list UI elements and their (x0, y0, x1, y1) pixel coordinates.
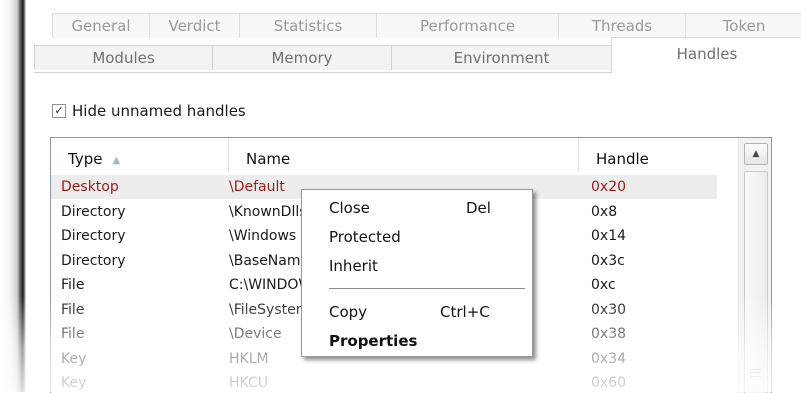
menu-shortcut-close: Del (466, 199, 491, 217)
cell-handle: 0x8 (591, 203, 618, 220)
list-header: Type ▲ Name Handle (51, 138, 771, 172)
menu-item-close[interactable]: Close (329, 199, 370, 217)
tab-handles[interactable]: Handles (611, 37, 801, 74)
tab-memory[interactable]: Memory (212, 45, 392, 70)
column-header-handle-label: Handle (596, 150, 649, 168)
tab-environment[interactable]: Environment (391, 45, 612, 70)
cell-type: File (61, 326, 85, 342)
cell-type: Directory (61, 252, 126, 269)
cell-handle: 0x38 (591, 326, 627, 342)
cell-type: Directory (61, 203, 126, 220)
cell-name: HKCU (229, 375, 268, 391)
tab-token[interactable]: Token (685, 13, 801, 38)
cell-handle: 0x20 (591, 179, 627, 195)
cell-type: File (61, 277, 85, 293)
column-header-type-label: Type (68, 150, 103, 168)
scroll-up-button[interactable]: ▲ (744, 143, 768, 165)
context-menu: Close Del Protected Inherit Copy Ctrl+C Proper… (301, 189, 533, 357)
cell-type: File (61, 301, 85, 318)
menu-shortcut-copy: Ctrl+C (440, 303, 490, 321)
sort-ascending-icon: ▲ (112, 155, 121, 166)
tab-statistics[interactable]: Statistics (239, 13, 377, 38)
column-header-type[interactable]: Type ▲ (51, 138, 229, 172)
tab-modules[interactable]: Modules (34, 45, 213, 70)
column-header-name-label: Name (246, 150, 291, 168)
hide-unnamed-checkbox[interactable]: ✓ (52, 104, 66, 118)
hide-unnamed-label: Hide unnamed handles (72, 102, 246, 120)
menu-item-inherit[interactable]: Inherit (329, 257, 378, 275)
cell-handle: 0xc (591, 277, 616, 293)
column-header-handle[interactable]: Handle (579, 138, 739, 172)
tab-general[interactable]: General (52, 13, 150, 38)
cell-type: Desktop (61, 179, 119, 195)
cell-handle: 0x60 (591, 375, 627, 391)
list-row[interactable]: Key HKCU 0x60 (51, 371, 717, 393)
menu-separator (329, 288, 525, 289)
menu-item-protected[interactable]: Protected (329, 228, 401, 246)
checkmark-icon: ✓ (54, 104, 64, 117)
scroll-up-icon: ▲ (752, 149, 760, 159)
cell-handle: 0x34 (591, 350, 627, 367)
cell-handle: 0x14 (591, 228, 627, 244)
column-header-name[interactable]: Name (229, 138, 579, 172)
vertical-scrollbar[interactable]: ▲ (738, 138, 771, 393)
cell-type: Key (61, 375, 87, 391)
tab-verdict[interactable]: Verdict (149, 13, 240, 38)
menu-item-copy[interactable]: Copy (329, 303, 367, 321)
cell-type: Directory (61, 228, 126, 244)
hide-unnamed-option[interactable]: ✓ Hide unnamed handles (52, 101, 246, 121)
scroll-thumb[interactable] (744, 171, 768, 393)
tab-performance[interactable]: Performance (376, 13, 559, 38)
cell-handle: 0x30 (591, 301, 627, 318)
cell-type: Key (61, 350, 87, 367)
tab-threads[interactable]: Threads (558, 13, 686, 38)
menu-item-properties[interactable]: Properties (329, 332, 417, 350)
cell-handle: 0x3c (591, 252, 625, 269)
grip-icon (750, 369, 761, 377)
window-edge (0, 0, 26, 392)
